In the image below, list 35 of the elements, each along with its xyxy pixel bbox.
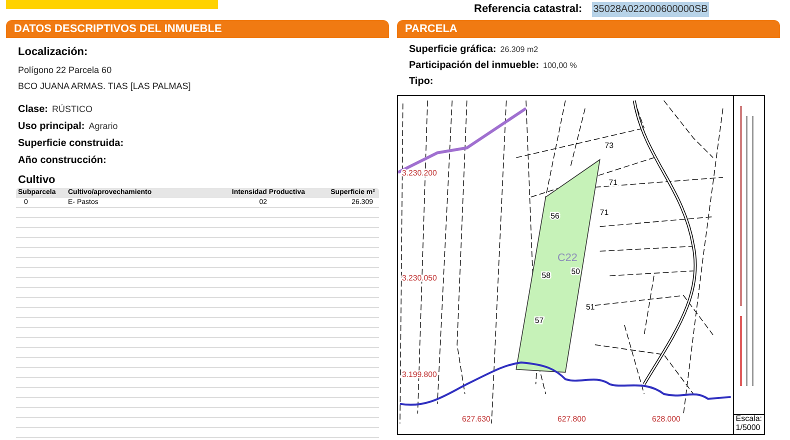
scale-value: 1/5000	[736, 424, 762, 432]
reference-label: Referencia catastral:	[474, 2, 582, 17]
field-value: RÚSTICO	[52, 102, 93, 116]
parcel-number: 50	[571, 266, 580, 276]
coordinate-label: 628.000	[652, 414, 680, 424]
location-text: BCO JUANA ARMAS. TIAS [LAS PALMAS]	[18, 80, 192, 93]
field-label: Participación del inmueble:	[409, 59, 540, 73]
field-label: Superficie gráfica:	[409, 43, 496, 57]
field-value: 26.309 m2	[500, 44, 538, 56]
section-header: PARCELA	[397, 20, 780, 38]
location-text: Polígono 22 Parcela 60	[18, 64, 113, 77]
scale-label: Escala:	[736, 415, 762, 424]
parcel-number: 71	[608, 178, 618, 188]
reference-value: 35028A022000600000SB	[592, 2, 709, 16]
coordinate-label: 627.800	[558, 414, 586, 424]
parcel-code: C22	[558, 252, 578, 264]
coordinate-label: 3.199.800	[402, 370, 437, 380]
field-value: Agrario	[88, 120, 118, 133]
field-label: Año construcción:	[18, 154, 106, 168]
field-label: Superficie construida:	[18, 136, 124, 150]
coordinate-label: 627.630	[462, 414, 490, 424]
parcel-number: 58	[542, 270, 550, 280]
field-value: 100,00 %	[543, 60, 577, 72]
parcel-number: 51	[586, 302, 595, 312]
field-label: Clase:	[18, 102, 48, 116]
parcel-number: 71	[600, 208, 609, 217]
section-header: DATOS DESCRIPTIVOS DEL INMUEBLE	[6, 20, 389, 38]
coordinate-label: 3.230.050	[402, 274, 437, 283]
parcel-number: 57	[534, 316, 544, 326]
field-label: Uso principal:	[18, 120, 85, 134]
location-label: Localización:	[18, 45, 89, 60]
cultivo-title: Cultivo	[18, 172, 56, 188]
parcel-number: 73	[604, 140, 614, 150]
parcel-number: 56	[550, 212, 560, 221]
field-label: Tipo:	[409, 75, 434, 89]
